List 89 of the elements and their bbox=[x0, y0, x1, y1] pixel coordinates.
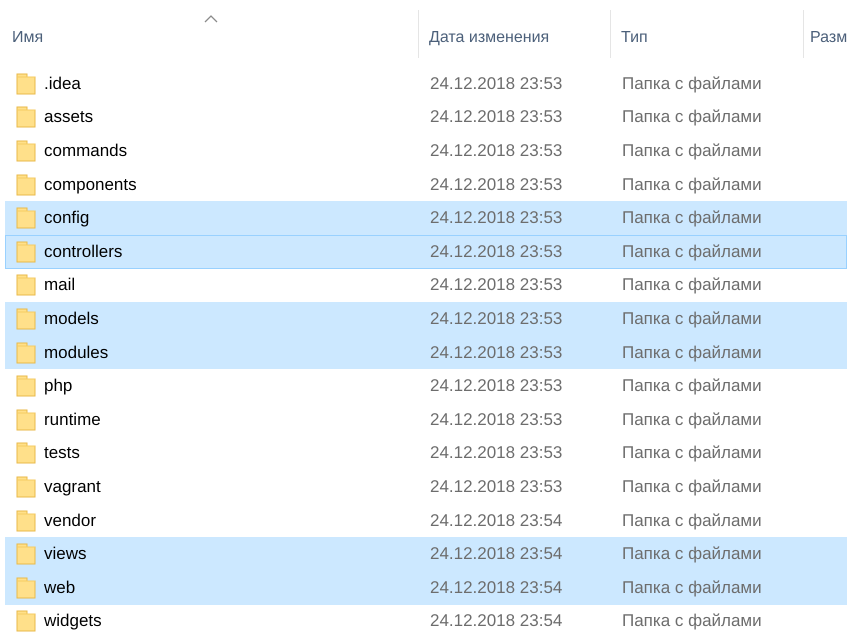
file-row[interactable]: components 24.12.2018 23:53 Папка с файлами bbox=[5, 168, 847, 202]
file-type: Папка с файлами bbox=[621, 376, 763, 396]
file-name: web bbox=[44, 578, 76, 598]
folder-icon bbox=[16, 106, 36, 128]
modified-date: 24.12.2018 23:53 bbox=[429, 140, 564, 161]
file-name: config bbox=[44, 208, 90, 228]
modified-date: 24.12.2018 23:54 bbox=[429, 578, 564, 598]
folder-icon bbox=[16, 375, 36, 398]
file-name: vendor bbox=[44, 510, 96, 531]
column-header[interactable]: Имя bbox=[12, 29, 44, 47]
modified-date: 24.12.2018 23:53 bbox=[429, 443, 564, 464]
file-type: Папка с файлами bbox=[621, 443, 763, 464]
file-row[interactable]: mail 24.12.2018 23:53 Папка с файлами bbox=[5, 268, 847, 302]
file-type: Папка с файлами bbox=[621, 611, 763, 632]
file-row[interactable]: web 24.12.2018 23:54 Папка с файлами bbox=[5, 570, 847, 604]
file-name: modules bbox=[44, 342, 108, 363]
file-row[interactable]: widgets 24.12.2018 23:54 Папка с файлами bbox=[5, 604, 847, 635]
folder-icon bbox=[16, 610, 36, 632]
modified-date: 24.12.2018 23:54 bbox=[429, 611, 564, 632]
file-type: Папка с файлами bbox=[621, 544, 763, 564]
folder-icon bbox=[16, 274, 36, 296]
file-name: tests bbox=[44, 443, 80, 464]
column-header[interactable]: Дата изменения bbox=[429, 29, 550, 47]
file-name: commands bbox=[44, 140, 128, 161]
folder-icon bbox=[16, 72, 36, 95]
folder-icon bbox=[16, 342, 36, 364]
folder-icon bbox=[16, 240, 36, 263]
folder-icon bbox=[16, 576, 36, 599]
modified-date: 24.12.2018 23:53 bbox=[429, 174, 564, 195]
file-row[interactable]: .idea 24.12.2018 23:53 Папка с файлами bbox=[5, 67, 847, 101]
folder-icon bbox=[16, 510, 36, 532]
file-name: .idea bbox=[44, 74, 81, 94]
file-type: Папка с файлами bbox=[621, 140, 763, 161]
file-type: Папка с файлами bbox=[621, 410, 763, 430]
file-row[interactable]: tests 24.12.2018 23:53 Папка с файлами bbox=[5, 436, 847, 470]
folder-icon bbox=[16, 207, 36, 230]
file-name: components bbox=[44, 174, 137, 195]
file-row[interactable]: views 24.12.2018 23:54 Папка с файлами bbox=[5, 537, 847, 571]
file-name: widgets bbox=[44, 611, 102, 632]
file-type: Папка с файлами bbox=[621, 242, 763, 262]
file-name: vagrant bbox=[44, 476, 101, 497]
file-name: models bbox=[44, 308, 99, 329]
file-name: controllers bbox=[44, 242, 122, 262]
modified-date: 24.12.2018 23:53 bbox=[429, 74, 564, 94]
file-row[interactable]: php 24.12.2018 23:53 Папка с файлами bbox=[5, 369, 847, 403]
file-type: Папка с файлами bbox=[621, 510, 763, 531]
file-name: assets bbox=[44, 107, 94, 128]
file-name: mail bbox=[44, 275, 76, 296]
file-row[interactable]: vendor 24.12.2018 23:54 Папка с файлами bbox=[5, 504, 847, 538]
file-row[interactable]: assets 24.12.2018 23:53 Папка с файлами bbox=[5, 100, 847, 134]
modified-date: 24.12.2018 23:54 bbox=[429, 510, 564, 531]
file-row[interactable]: config 24.12.2018 23:53 Папка с файлами bbox=[5, 201, 847, 235]
folder-icon bbox=[16, 308, 36, 330]
file-type: Папка с файлами bbox=[621, 476, 763, 497]
folder-icon bbox=[16, 174, 36, 196]
file-type: Папка с файлами bbox=[621, 578, 763, 598]
modified-date: 24.12.2018 23:53 bbox=[429, 476, 564, 497]
folder-icon bbox=[16, 476, 36, 498]
folder-icon bbox=[16, 543, 36, 566]
file-type: Папка с файлами bbox=[621, 342, 763, 363]
modified-date: 24.12.2018 23:53 bbox=[429, 342, 564, 363]
modified-date: 24.12.2018 23:54 bbox=[429, 544, 564, 564]
file-type: Папка с файлами bbox=[621, 208, 763, 228]
file-type: Папка с файлами bbox=[621, 74, 763, 94]
file-name: runtime bbox=[44, 410, 101, 430]
modified-date: 24.12.2018 23:53 bbox=[429, 208, 564, 228]
column-header[interactable]: Разм bbox=[810, 29, 847, 47]
file-row[interactable]: commands 24.12.2018 23:53 Папка с файлами bbox=[5, 134, 847, 168]
file-row[interactable]: models 24.12.2018 23:53 Папка с файлами bbox=[5, 302, 847, 336]
file-row[interactable]: runtime 24.12.2018 23:53 Папка с файлами bbox=[5, 402, 847, 437]
file-type: Папка с файлами bbox=[621, 275, 763, 296]
modified-date: 24.12.2018 23:53 bbox=[429, 410, 564, 430]
modified-date: 24.12.2018 23:53 bbox=[429, 107, 564, 128]
folder-icon bbox=[16, 140, 36, 162]
file-type: Папка с файлами bbox=[621, 107, 763, 128]
file-row[interactable]: modules 24.12.2018 23:53 Папка с файлами bbox=[5, 336, 847, 370]
file-row[interactable]: vagrant 24.12.2018 23:53 Папка с файлами bbox=[5, 470, 847, 504]
file-type: Папка с файлами bbox=[621, 174, 763, 195]
modified-date: 24.12.2018 23:53 bbox=[429, 242, 564, 262]
file-name: php bbox=[44, 376, 72, 396]
file-row[interactable]: controllers 24.12.2018 23:53 Папка с файлами bbox=[5, 234, 847, 269]
file-type: Папка с файлами bbox=[621, 308, 763, 329]
modified-date: 24.12.2018 23:53 bbox=[429, 308, 564, 329]
modified-date: 24.12.2018 23:53 bbox=[429, 376, 564, 396]
column-header[interactable]: Тип bbox=[621, 29, 648, 47]
folder-icon bbox=[16, 408, 36, 431]
file-name: views bbox=[44, 544, 87, 564]
modified-date: 24.12.2018 23:53 bbox=[429, 275, 564, 296]
folder-icon bbox=[16, 442, 36, 464]
